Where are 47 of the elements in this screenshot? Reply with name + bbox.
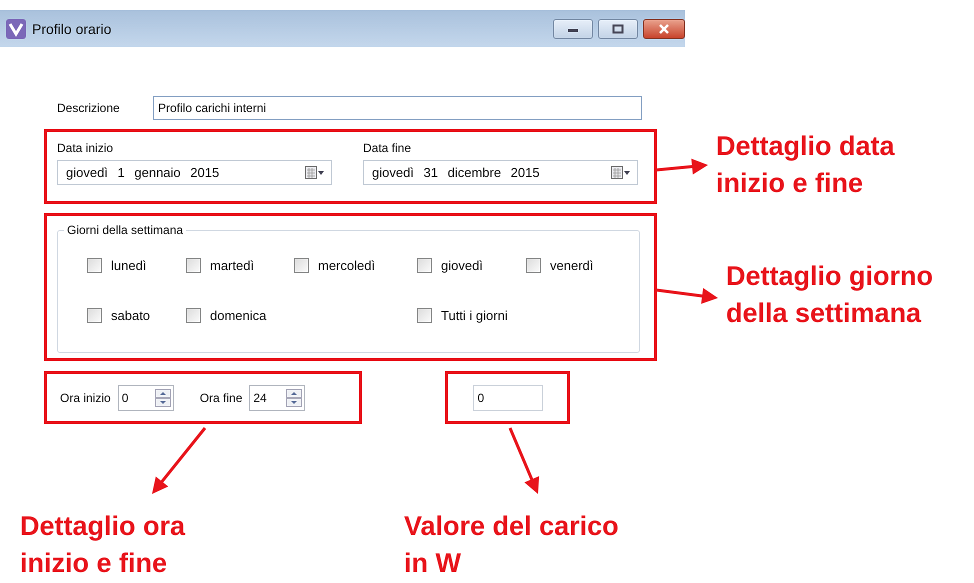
- date-label: Data fine: [363, 141, 412, 155]
- checkbox-label: martedì: [210, 258, 254, 272]
- callout-text: Dettaglio giorno della settimana: [726, 260, 933, 330]
- checkbox[interactable]: [294, 258, 309, 272]
- checkbox[interactable]: [87, 308, 102, 322]
- date-picker[interactable]: giovedì 31 dicembre 2015: [363, 160, 638, 185]
- checkbox-label: Tutti i giorni: [441, 308, 508, 322]
- checkbox-label: domenica: [210, 308, 266, 322]
- description-field[interactable]: Profilo carichi interni: [153, 96, 642, 120]
- callout-text: Dettaglio ora inizio e fine: [20, 510, 186, 580]
- load-field[interactable]: 0: [472, 384, 542, 410]
- close-icon: [658, 24, 670, 34]
- checkbox-label: sabato: [111, 308, 150, 322]
- spin-down-button[interactable]: [154, 398, 171, 406]
- calendar-dropdown-icon[interactable]: [611, 166, 631, 180]
- checkbox-label: lunedì: [111, 258, 146, 272]
- hour-label: Ora fine: [200, 390, 242, 404]
- calendar-dropdown-icon[interactable]: [305, 166, 325, 180]
- description-label: Descrizione: [57, 101, 121, 115]
- hour-label: Ora inizio: [60, 390, 111, 404]
- maximize-icon: [612, 24, 624, 34]
- minimize-button[interactable]: [553, 19, 593, 39]
- close-button[interactable]: [643, 19, 685, 39]
- checkbox-label: mercoledì: [318, 258, 376, 272]
- spin-up-button[interactable]: [154, 388, 171, 398]
- window-title: Profilo orario: [32, 20, 112, 36]
- spin-up-button[interactable]: [286, 388, 302, 398]
- checkbox-label: giovedì: [441, 258, 483, 272]
- checkbox[interactable]: [87, 258, 102, 272]
- checkbox[interactable]: [417, 308, 432, 322]
- checkbox[interactable]: [186, 258, 201, 272]
- checkbox-label: venerdì: [550, 258, 594, 272]
- app-logo-icon: [6, 18, 26, 38]
- checkbox[interactable]: [417, 258, 432, 272]
- date-label: Data inizio: [57, 141, 114, 155]
- callout-arrow: [508, 427, 540, 494]
- checkbox[interactable]: [186, 308, 201, 322]
- spin-field[interactable]: 24: [249, 384, 306, 410]
- group-title: Giorni della settimana: [64, 223, 186, 237]
- checkbox[interactable]: [526, 258, 541, 272]
- callout-text: Dettaglio data inizio e fine: [716, 130, 895, 200]
- callout-text: Valore del carico in W: [404, 510, 619, 580]
- date-picker[interactable]: giovedì 1 gennaio 2015: [57, 160, 332, 185]
- spin-field[interactable]: 0: [118, 384, 174, 410]
- callout-arrow: [152, 427, 206, 494]
- spin-down-button[interactable]: [286, 398, 302, 406]
- maximize-button[interactable]: [598, 19, 638, 39]
